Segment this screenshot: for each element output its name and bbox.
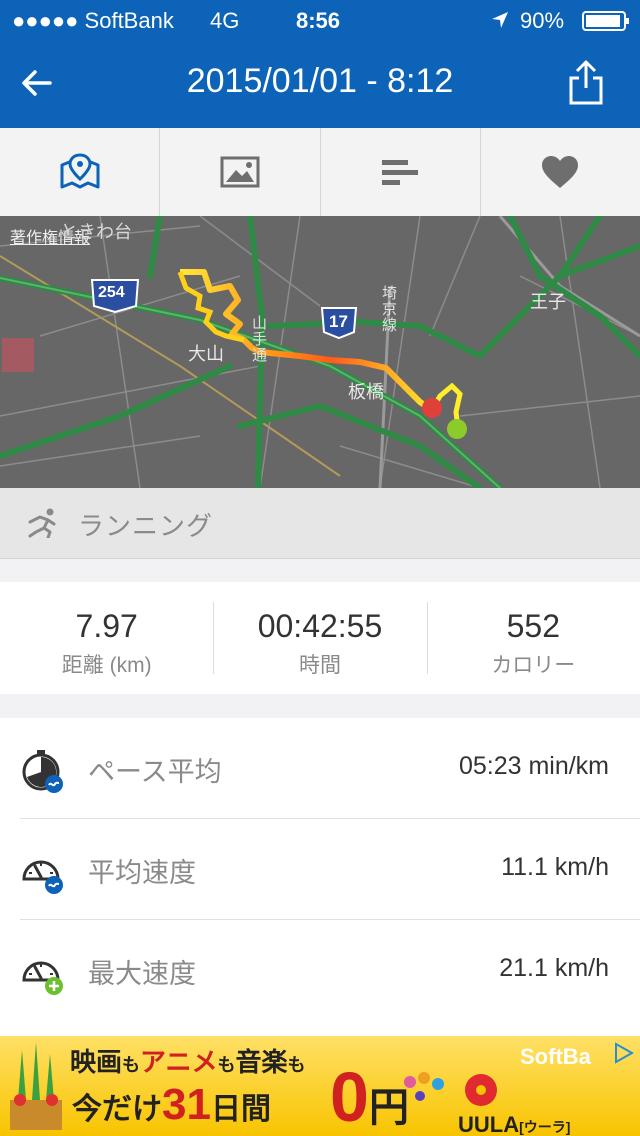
ad-line-1: 映画もアニメも音楽も [70,1047,306,1077]
distance-label: 距離 (km) [61,654,152,677]
duration-value: 00:42:55 [257,608,383,644]
map-canvas [0,216,640,488]
route-17-label: 17 [329,312,348,331]
kadomatsu-icon [10,1042,62,1130]
details-list: ペース平均 05:23 min/km 平均速度 11.1 km/h 最大速度 2… [0,718,640,1036]
ad-banner[interactable]: 映画もアニメも音楽も 今だけ31日間 0円 UULA[ウーラ] SoftBa [0,1036,640,1136]
detail-row-avg-speed: 平均速度 11.1 km/h [20,819,640,920]
map-label-oyama: 大山 [188,344,224,364]
tab-bar [0,128,640,217]
battery-percent: 90% [520,8,565,33]
image-icon [220,156,260,188]
map-label-itabashi: 板橋 [348,382,384,402]
battery-icon [582,11,629,31]
status-bar: ●●●●● SoftBank 4G 8:56 90% [0,0,640,40]
calories-stat: 552 カロリー [426,582,640,694]
route-start-marker [447,419,467,439]
max-speed-label: 最大速度 [88,959,196,989]
calories-label: カロリー [491,654,576,677]
avg-speed-value: 11.1 km/h [501,853,609,881]
route-254-label: 254 [98,284,125,301]
ad-zero: 0円 [330,1058,409,1136]
page-title: 2015/01/01 - 8:12 [186,62,454,100]
carrier-label: ●●●●● SoftBank [12,8,174,33]
location-arrow-icon [492,12,508,28]
pace-value: 05:23 min/km [458,752,609,780]
distance-value: 7.97 [75,608,138,644]
map-label-oji: 王子 [530,292,566,312]
avg-speed-label: 平均速度 [88,858,196,888]
distance-stat: 7.97 距離 (km) [0,582,213,694]
clock: 8:56 [296,8,341,33]
tab-favorite[interactable] [481,128,640,216]
ad-line-2: 今だけ31日間 [72,1080,271,1129]
map-pin-icon [60,153,100,189]
summary-panel: 7.97 距離 (km) 00:42:55 時間 552 カロリー [0,582,640,694]
nav-bar: 2015/01/01 - 8:12 [0,40,640,128]
duration-stat: 00:42:55 時間 [213,582,426,694]
bar-list-icon [382,160,419,185]
tab-map[interactable] [0,128,161,216]
calories-value: 552 [506,608,561,644]
share-icon[interactable] [566,60,606,106]
map-label-saikyo: 埼京線 [382,285,398,334]
ad-choices-icon[interactable] [612,1042,634,1064]
map-label-tokiwadai: ときわ台 [60,222,132,242]
back-arrow-icon[interactable] [20,66,54,100]
activity-type-row: ランニング [0,488,640,559]
max-speed-icon [22,961,63,995]
avg-speed-icon [22,860,63,894]
detail-row-pace: ペース平均 05:23 min/km [20,718,640,819]
max-speed-value: 21.1 km/h [499,954,609,982]
duration-label: 時間 [298,654,341,677]
map-label-yamanote: 山手通 [252,315,268,364]
ad-color-dots-icon [404,1072,444,1101]
route-map[interactable]: 著作権情報 ときわ台 254 17 大山 板橋 王子 山手通 埼京線 [0,216,640,488]
tab-charts[interactable] [321,128,481,216]
tab-photos[interactable] [160,128,321,216]
ad-brand: UULA[ウーラ] [458,1112,571,1136]
route-end-marker [422,398,442,418]
detail-row-max-speed: 最大速度 21.1 km/h [20,920,640,1020]
heart-icon [542,156,579,188]
ad-plum-icon [465,1074,497,1106]
pace-label: ペース平均 [88,757,222,787]
ad-sponsor: SoftBa [520,1044,591,1069]
activity-label: ランニング [78,511,214,541]
pace-stopwatch-icon [22,750,63,793]
network-label: 4G [210,8,240,33]
running-icon [28,508,56,538]
